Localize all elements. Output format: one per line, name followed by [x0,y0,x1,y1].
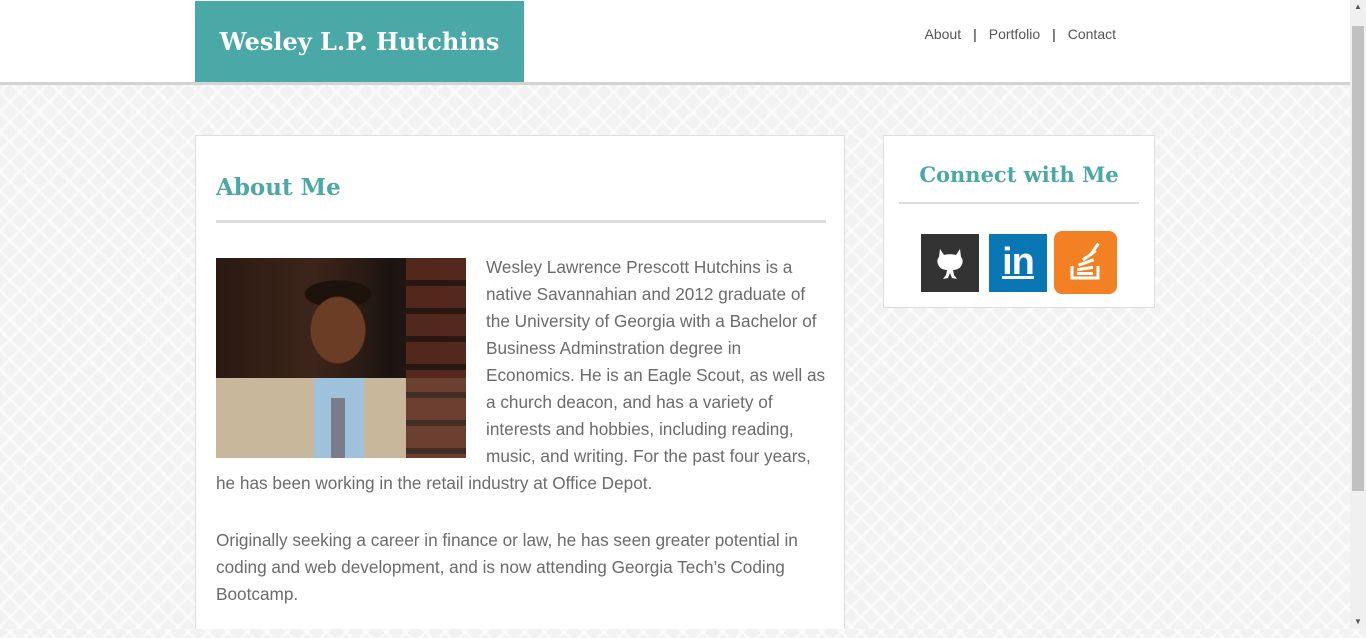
main-nav: About | Portfolio | Contact [925,26,1116,42]
nav-portfolio[interactable]: Portfolio [989,26,1040,42]
stackoverflow-icon[interactable] [1054,231,1117,294]
profile-photo [216,258,466,458]
linkedin-icon[interactable]: in [989,233,1047,292]
bookshelf-background [406,258,466,458]
tie-shape [331,398,345,458]
site-brand[interactable]: Wesley L.P. Hutchins [195,1,524,82]
scroll-thumb[interactable] [1352,26,1364,491]
page-scrollbar[interactable]: ▲ ▼ [1350,0,1366,629]
linkedin-text: in [1002,241,1035,283]
github-icon[interactable] [921,233,979,292]
scroll-up-icon[interactable]: ▲ [1350,0,1366,14]
connect-divider [899,202,1139,204]
bio-paragraph-2: Originally seeking a career in finance o… [216,530,798,604]
scroll-down-icon[interactable]: ▼ [1350,615,1366,629]
title-divider [216,220,826,223]
social-links: in [921,231,1117,294]
nav-separator: | [1052,26,1056,42]
connect-title: Connect with Me [919,162,1119,187]
site-header: Wesley L.P. Hutchins About | Portfolio |… [0,0,1350,85]
nav-contact[interactable]: Contact [1068,26,1116,42]
nav-about[interactable]: About [925,26,962,42]
nav-separator: | [973,26,977,42]
connect-panel: Connect with Me in [883,135,1155,308]
bio-text: Wesley Lawrence Prescott Hutchins is a n… [216,254,828,638]
about-title: About Me [216,174,341,201]
about-panel: About Me Wesley Lawrence Prescott Hutchi… [195,135,845,629]
